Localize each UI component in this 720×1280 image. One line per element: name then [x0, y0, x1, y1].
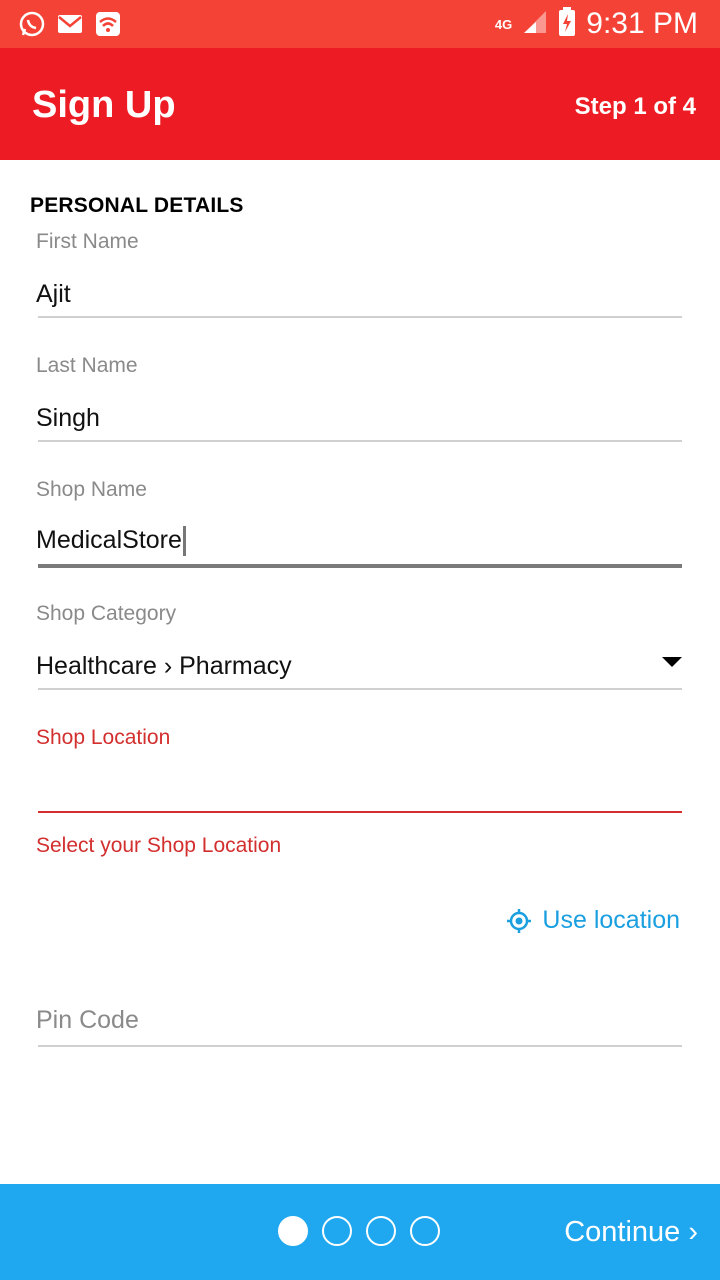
step-indicator: Step 1 of 4 — [574, 93, 696, 120]
continue-button[interactable]: Continue › — [564, 1216, 698, 1249]
status-bar: 4G 9:31 PM — [0, 0, 720, 48]
shop-name-underline — [38, 564, 682, 568]
shop-category-underline — [38, 688, 682, 690]
first-name-underline — [38, 316, 682, 318]
last-name-field[interactable]: Last Name Singh — [36, 354, 682, 444]
whatsapp-icon — [18, 10, 46, 38]
shop-name-field[interactable]: Shop Name MedicalStore — [36, 478, 682, 570]
pin-code-input[interactable]: Pin Code — [36, 1006, 139, 1035]
first-name-field[interactable]: First Name Ajit — [36, 230, 682, 320]
mail-icon — [56, 10, 84, 38]
step-dots — [278, 1216, 440, 1246]
wifi-notification-icon — [94, 10, 122, 38]
step-dot-1 — [278, 1216, 308, 1246]
last-name-input[interactable]: Singh — [36, 404, 100, 433]
bottom-bar: Continue › — [0, 1184, 720, 1280]
pin-code-underline — [38, 1045, 682, 1047]
text-cursor — [182, 526, 186, 557]
step-dot-2 — [322, 1216, 352, 1246]
dropdown-arrow-icon[interactable] — [662, 657, 682, 667]
first-name-input[interactable]: Ajit — [36, 280, 71, 309]
shop-category-field[interactable]: Shop Category Healthcare › Pharmacy — [36, 602, 682, 692]
shop-category-label: Shop Category — [36, 602, 177, 625]
last-name-underline — [38, 440, 682, 442]
use-location-button[interactable]: Use location — [506, 906, 680, 935]
shop-location-error: Select your Shop Location — [36, 834, 282, 857]
app-bar: Sign Up Step 1 of 4 — [0, 48, 720, 160]
shop-name-value: MedicalStore — [36, 526, 182, 554]
pin-code-field[interactable]: Pin Code — [36, 1004, 682, 1050]
step-dot-3 — [366, 1216, 396, 1246]
use-location-label: Use location — [542, 906, 680, 934]
crosshair-location-icon — [507, 908, 532, 933]
battery-charging-icon — [558, 6, 576, 42]
section-title: PERSONAL DETAILS — [30, 194, 244, 217]
shop-name-label: Shop Name — [36, 478, 147, 501]
shop-location-underline — [38, 811, 682, 813]
page-title: Sign Up — [32, 84, 176, 126]
shop-name-input[interactable]: MedicalStore — [36, 526, 186, 557]
network-type-label: 4G — [494, 16, 513, 32]
clock: 9:31 PM — [586, 7, 698, 40]
shop-category-select[interactable]: Healthcare › Pharmacy — [36, 652, 292, 681]
step-dot-4 — [410, 1216, 440, 1246]
last-name-label: Last Name — [36, 354, 138, 377]
signal-icon — [522, 9, 548, 40]
shop-location-field[interactable]: Shop Location — [36, 726, 682, 816]
shop-location-label: Shop Location — [36, 726, 171, 749]
first-name-label: First Name — [36, 230, 139, 253]
